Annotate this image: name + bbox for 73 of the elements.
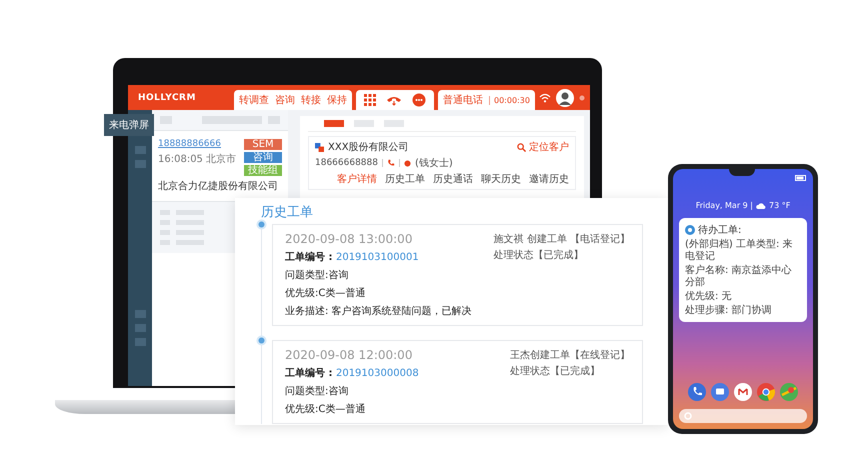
status-dot-icon (578, 94, 585, 100)
call-type: 普通电话 (443, 94, 483, 107)
customer-tab[interactable]: 历史工单 (385, 172, 425, 186)
locate-customer-button[interactable]: 定位客户 (517, 140, 569, 154)
phone-app-icon[interactable] (688, 383, 706, 401)
timeline-dot-icon (256, 219, 267, 230)
call-time: 16:08:05 北京市 (158, 152, 236, 166)
search-icon (517, 142, 526, 152)
ticket-number-link[interactable]: 2019103000008 (336, 368, 419, 379)
ticket-creator: 王杰创建工单【在线登记】 (510, 348, 630, 362)
company-icon (315, 142, 324, 152)
app-logo: HOLLYCRM (138, 92, 197, 102)
notification-text: 优先级: 无 (685, 291, 733, 303)
browser-app-icon[interactable] (757, 383, 775, 401)
ticket-number: 工单编号 : 2019103000008 (285, 366, 419, 380)
contact-name: (钱女士) (415, 156, 453, 170)
avatar-icon[interactable] (556, 88, 574, 106)
call-action-button[interactable]: 咨询 (275, 93, 295, 107)
ticket-time: 2020-09-08 12:00:00 (285, 348, 414, 362)
ticket-creator: 施文祺 创建工单 【电话登记】 (494, 232, 630, 246)
company-name: 北京合力亿捷股份有限公司 (158, 180, 279, 193)
ticket-detail: 优先级:C类—普通 (285, 286, 366, 300)
sidebar-placeholder (134, 338, 146, 346)
mail-app-icon[interactable] (734, 383, 752, 401)
ticket-detail: 问题类型:咨询 (285, 384, 350, 398)
record-dot-icon (404, 160, 411, 166)
phone-icon[interactable] (387, 159, 395, 167)
sidebar-placeholder (134, 310, 146, 318)
sidebar-placeholder (134, 160, 146, 168)
notification-text: 客户名称: 南京益添中心分部 (685, 265, 793, 289)
lock-screen-date: Friday, Mar 9 | (696, 201, 753, 210)
customer-tab[interactable]: 邀请历史 (529, 172, 569, 186)
call-action-button[interactable]: 转接 (301, 93, 321, 107)
customer-phone: 18666668888 (315, 158, 378, 168)
popup-label[interactable]: 来电弹屏 (104, 114, 154, 136)
cloud-icon (756, 202, 766, 208)
chat-icon[interactable] (412, 93, 426, 107)
ticket-number-link[interactable]: 2019103100001 (336, 252, 419, 263)
panel-title: 历史工单 (261, 204, 314, 222)
sidebar-placeholder (134, 146, 146, 154)
customer-tab[interactable]: 历史通话 (433, 172, 473, 186)
wifi-icon (538, 92, 551, 102)
map-app-icon[interactable] (780, 383, 798, 401)
customer-tab[interactable]: 客户详情 (337, 172, 377, 186)
call-action-button[interactable]: 转调查 (239, 93, 269, 107)
tag: 咨询 (244, 152, 282, 163)
ticket-detail: 优先级:C类—普通 (285, 402, 366, 416)
notification-text: 处理步骤: 部门协调 (685, 305, 773, 317)
notification-title: 待办工单: (698, 224, 742, 237)
tag: 技能组 (244, 165, 282, 176)
notification-text: (外部归档) 工单类型: 来电登记 (685, 239, 794, 263)
phone-number-link[interactable]: 18888886666 (158, 139, 236, 149)
app-icon (685, 225, 695, 235)
camera-notch (729, 169, 755, 176)
sidebar-placeholder (134, 324, 146, 332)
hang-up-icon[interactable] (386, 94, 402, 106)
ticket-number: 工单编号 : 2019103100001 (285, 250, 420, 264)
ticket-status: 处理状态【已完成】 (494, 248, 584, 262)
temperature: 73 °F (768, 201, 790, 210)
ticket-time: 2020-09-08 13:00:00 (285, 232, 414, 246)
timeline-dot-icon (256, 335, 267, 346)
ticket-detail: 业务描述: 客户咨询系统登陆问题，已解决 (285, 304, 472, 318)
tag: SEM (244, 139, 282, 150)
dialpad-icon[interactable] (364, 94, 376, 106)
ticket-status: 处理状态【已完成】 (510, 364, 600, 378)
call-timer: 00:00:30 (489, 96, 530, 104)
customer-company: XXX股份有限公司 (328, 141, 409, 154)
message-app-icon[interactable] (711, 383, 729, 401)
customer-tab[interactable]: 聊天历史 (481, 172, 521, 186)
notification-card[interactable]: 待办工单: (外部归档) 工单类型: 来电登记 客户名称: 南京益添中心分部 优先级: 无 处理步骤: 部门协调 (679, 218, 807, 322)
battery-icon (795, 175, 807, 181)
call-action-button[interactable]: 保持 (327, 93, 347, 107)
ticket-detail: 问题类型:咨询 (285, 268, 350, 282)
